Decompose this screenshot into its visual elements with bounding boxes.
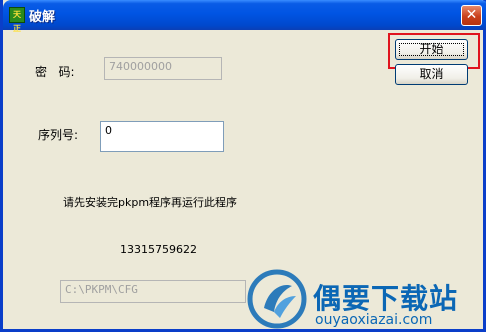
serial-label: 序列号: (38, 128, 79, 142)
title-bar[interactable]: 天正 破解 ✕ (3, 0, 486, 33)
close-button[interactable]: ✕ (461, 5, 482, 26)
path-field[interactable]: C:\PKPM\CFG (60, 280, 246, 303)
password-label: 密 码: (35, 65, 75, 79)
window-title: 破解 (29, 10, 56, 25)
password-field[interactable]: 740000000 (104, 57, 222, 80)
instruction-text: 请先安装完pkpm程序再运行此程序 (63, 196, 238, 209)
watermark-title: 偶要下载站 (313, 282, 459, 315)
focus-ring (399, 43, 464, 56)
watermark-url: ouyaoxiazai.com (315, 312, 433, 328)
dialog-window: 天正 破解 ✕ 密 码: 740000000 序列号: 0 请先安装完pkpm程… (0, 0, 486, 332)
code-text: 13315759622 (120, 243, 197, 256)
watermark-logo-icon (247, 269, 307, 329)
cancel-button[interactable]: 取消 (395, 64, 468, 85)
start-button[interactable]: 开始 (395, 39, 468, 60)
serial-field[interactable]: 0 (100, 121, 224, 152)
cancel-button-label: 取消 (419, 67, 444, 81)
app-icon: 天正 (9, 7, 25, 33)
